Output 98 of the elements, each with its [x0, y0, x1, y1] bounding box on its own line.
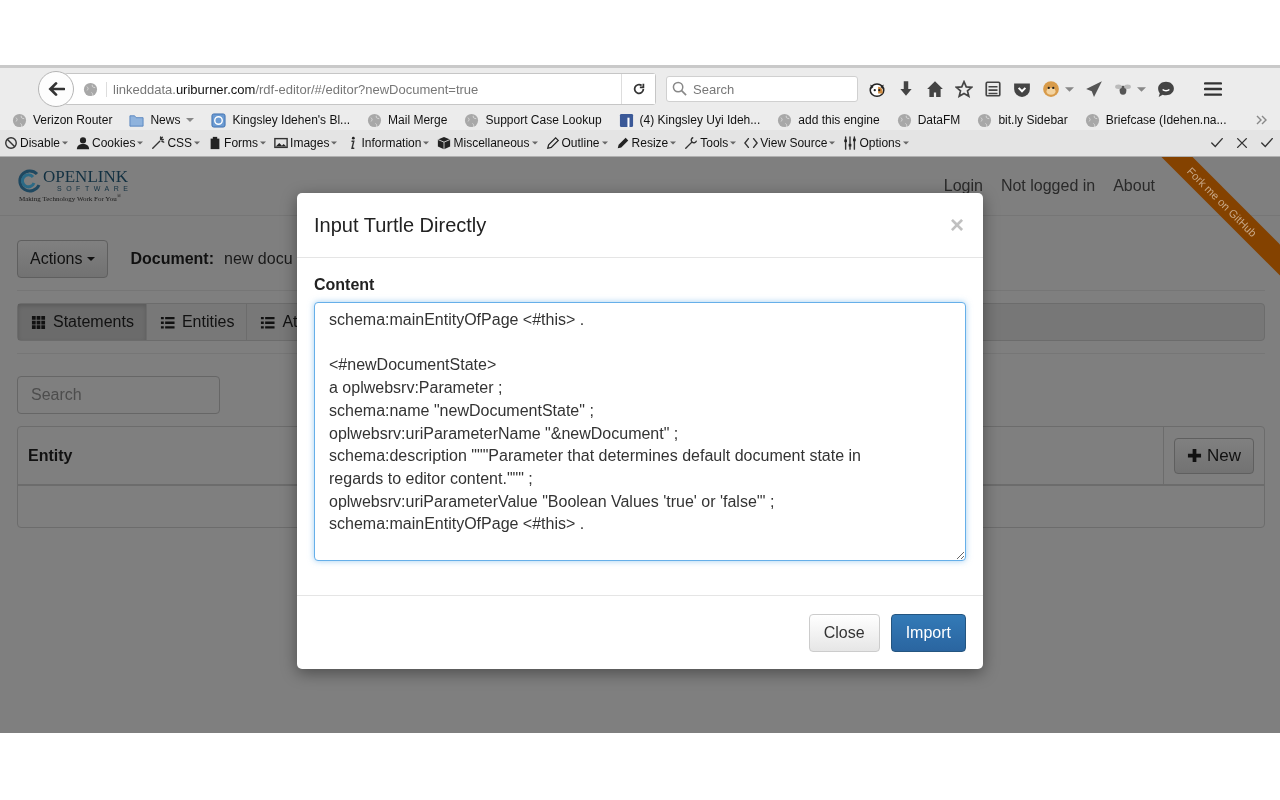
globe-icon [83, 81, 98, 97]
bookmark-link[interactable]: bit.ly Sidebar [998, 113, 1068, 127]
toolbar-menu[interactable]: Images [290, 136, 330, 150]
cube-icon [437, 136, 452, 150]
caret-icon [331, 140, 338, 146]
toolbar-menu[interactable]: Options [859, 136, 901, 150]
caret-icon [423, 140, 430, 146]
caret-icon [902, 140, 909, 146]
list-icon [159, 314, 175, 330]
new-button[interactable]: New [1174, 437, 1254, 474]
arrow-left-icon [47, 80, 65, 98]
toolbar-menu[interactable]: Cookies [92, 136, 136, 150]
close-button[interactable]: Close [808, 613, 880, 652]
star-icon[interactable] [955, 80, 973, 98]
globe-icon [464, 112, 480, 128]
plus-icon [1187, 448, 1202, 463]
bookmark-link[interactable]: Mail Merge [388, 113, 448, 127]
list-icon [260, 314, 276, 330]
caret-icon [87, 255, 96, 263]
logo-name: OPENLINK [43, 168, 129, 186]
toolbar-menu[interactable]: CSS [167, 136, 193, 150]
globe-icon [1084, 112, 1100, 128]
nav-link[interactable]: About [1113, 177, 1155, 195]
toolbar-menu[interactable]: Outline [561, 136, 600, 150]
search-icon [672, 81, 687, 96]
magic-wand-icon [151, 136, 166, 150]
toolbar-menu[interactable]: Forms [224, 136, 259, 150]
toolbar-menu[interactable]: Tools [700, 136, 729, 150]
bookmark-link[interactable]: Verizon Router [33, 113, 113, 127]
nav-link[interactable]: Not logged in [1000, 177, 1096, 195]
wrench-icon [684, 136, 699, 150]
shield-icon[interactable] [1013, 80, 1031, 98]
chevron-icon[interactable] [1256, 115, 1268, 125]
reload-icon [631, 82, 646, 96]
toolbar-menu[interactable]: Information [361, 136, 422, 150]
social-square-icon [618, 112, 634, 128]
bookmark-link[interactable]: DataFM [917, 113, 961, 127]
monkey-face-icon[interactable] [1042, 80, 1060, 98]
toolbar-menu[interactable]: Miscellaneous [453, 136, 530, 150]
picture-icon [274, 136, 289, 150]
toolbar-menu[interactable]: Disable [20, 136, 61, 150]
bookmark-link[interactable]: Kingsley Idehen's Bl... [232, 113, 351, 127]
caret-icon[interactable] [1065, 84, 1074, 94]
globe-icon [777, 112, 793, 128]
home-icon[interactable] [926, 80, 944, 98]
swirl-logo-icon [17, 168, 41, 195]
bookmark-link[interactable]: Briefcase (Idehen.na... [1105, 113, 1227, 127]
globe-icon [977, 112, 993, 128]
nav-link[interactable]: Login [943, 177, 983, 195]
pencil-icon [545, 136, 560, 150]
paper-plane-icon[interactable] [1085, 80, 1103, 98]
document-name: new docu [224, 250, 293, 268]
column-header: Entity [27, 446, 73, 464]
bookmark-link[interactable]: News [150, 113, 181, 127]
content-field[interactable]: schema:mainEntityOfPage <#this> . <#newDocumentState> a oplwebsrv:Parameter ; schema:name "newDocumentState" ; oplwebsrv:uriParameterName "&newDocument" ; schema:description """Parameter that determines default document state in regards to editor content.""" ; oplwebsrv:uriParameterValue "Boolean Values 'true' or 'false'" ; schema:mainEntityOfPage <#this> . [314, 302, 966, 561]
caret-icon [531, 140, 538, 146]
check-icon[interactable] [1260, 136, 1274, 150]
menu-icon[interactable] [1204, 80, 1222, 98]
no-entry-icon [4, 136, 18, 150]
app-square-icon [211, 112, 227, 128]
toolbar-menu[interactable]: Resize [631, 136, 669, 150]
caret-icon [829, 140, 836, 146]
view-tab[interactable]: Statements [18, 304, 147, 340]
toolbar-menu[interactable]: View Source [760, 136, 828, 150]
globe-icon [896, 112, 912, 128]
caret-icon [62, 140, 69, 146]
code-icon [744, 136, 759, 150]
caret-icon [601, 140, 608, 146]
reload-button[interactable] [621, 74, 655, 104]
actions-button[interactable]: Actions [17, 240, 109, 278]
chat-icon[interactable] [1157, 80, 1175, 98]
close-icon[interactable] [1235, 136, 1249, 150]
caret-icon[interactable] [186, 116, 195, 124]
bookmark-link[interactable]: (4) Kingsley Uyi Ideh... [639, 113, 761, 127]
caret-icon [194, 140, 201, 146]
caret-icon [670, 140, 677, 146]
caret-icon [137, 140, 144, 146]
check-icon[interactable] [1210, 136, 1224, 150]
bookmark-link[interactable]: Support Case Lookup [485, 113, 602, 127]
address-bar[interactable]: linkeddata.uriburner.com/rdf-editor/#/editor?newDocument=true [64, 73, 656, 105]
reader-list-icon[interactable] [984, 80, 1002, 98]
back-button[interactable] [38, 71, 74, 107]
person-icon [76, 136, 91, 150]
document-label: Document: [130, 250, 215, 268]
globe-icon [12, 112, 27, 128]
bookmark-link[interactable]: add this engine [798, 113, 880, 127]
grid-icon [31, 314, 46, 330]
dog-face-icon[interactable] [868, 80, 886, 98]
sliders-icon [843, 136, 858, 150]
caret-icon [730, 140, 737, 146]
content-label: Content [314, 276, 376, 294]
modal-title: Input Turtle Directly [314, 213, 487, 237]
caret-icon[interactable] [1137, 84, 1146, 94]
marker-icon [615, 136, 630, 150]
folder-icon [129, 112, 145, 128]
import-button[interactable]: Import [890, 613, 966, 652]
caret-icon [260, 140, 267, 146]
globe-icon [367, 112, 383, 128]
